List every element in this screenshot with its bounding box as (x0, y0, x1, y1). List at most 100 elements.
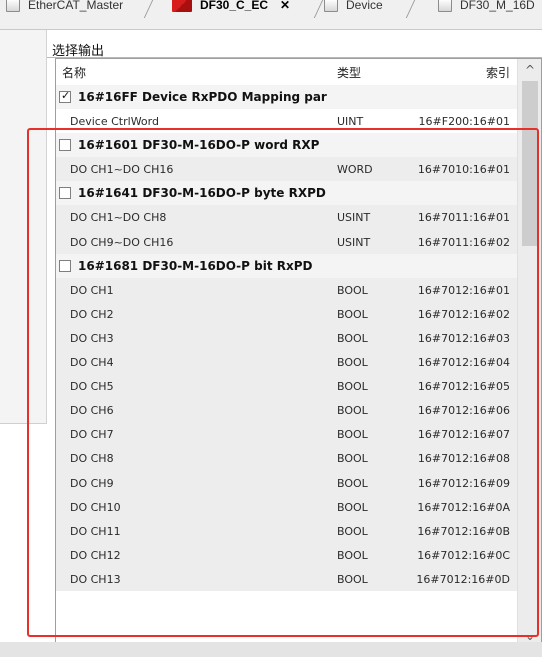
entry-index: 16#7011:16#01 (417, 211, 510, 225)
device-icon (438, 0, 452, 12)
entry-type: BOOL (337, 548, 368, 562)
entry-index: 16#7012:16#0C (417, 548, 510, 562)
pdo-entry-row[interactable]: DO CH4 BOOL 16#7012:16#04 (56, 350, 518, 375)
entry-index: 16#7012:16#08 (417, 452, 510, 466)
pdo-entry-row[interactable]: DO CH5 BOOL 16#7012:16#05 (56, 374, 518, 399)
pdo-group-name: 16#1601 DF30-M-16DO-P word RXP (78, 138, 320, 153)
pdo-entry-row[interactable]: DO CH1~DO CH16 WORD 16#7010:16#01 (56, 157, 518, 182)
bottom-bar (0, 642, 542, 657)
pdo-entry-row[interactable]: DO CH12 BOOL 16#7012:16#0C (56, 542, 518, 567)
column-header-index[interactable]: 索引 (486, 64, 510, 81)
entry-index: 16#7010:16#01 (417, 163, 510, 177)
pdo-entry-row[interactable]: DO CH3 BOOL 16#7012:16#03 (56, 325, 518, 351)
entry-index: 16#7011:16#02 (417, 235, 510, 249)
pdo-group-row[interactable]: 16#16FF Device RxPDO Mapping par (56, 85, 518, 110)
tab-df30-c-ec[interactable]: DF30_C_EC ✕ (172, 0, 290, 16)
pdo-entry-row[interactable]: DO CH9 BOOL 16#7012:16#09 (56, 470, 518, 495)
pdo-group-name: 16#1681 DF30-M-16DO-P bit RxPD (78, 258, 313, 273)
tab-df30-m-16d[interactable]: DF30_M_16D (438, 0, 535, 16)
scroll-thumb[interactable] (522, 81, 538, 246)
red-device-icon (172, 0, 192, 12)
entry-type: BOOL (337, 452, 368, 466)
entry-index: 16#7012:16#0B (417, 524, 510, 538)
entry-name: DO CH13 (70, 572, 121, 586)
entry-type: USINT (337, 211, 371, 225)
pdo-entry-row[interactable]: DO CH1 BOOL 16#7012:16#01 (56, 277, 518, 302)
pdo-group-name: 16#1641 DF30-M-16DO-P byte RXPD (78, 186, 326, 201)
pdo-list[interactable]: 名称 类型 索引 16#16FF Device RxPDO Mapping pa… (55, 58, 542, 648)
entry-type: BOOL (337, 572, 368, 586)
pdo-group-row[interactable]: 16#1641 DF30-M-16DO-P byte RXPD (56, 181, 518, 206)
entry-name: DO CH11 (70, 524, 121, 538)
pdo-entry-row[interactable]: DO CH13 BOOL 16#7012:16#0D (56, 566, 518, 591)
column-header-name[interactable]: 名称 (62, 64, 86, 81)
scroll-up-icon[interactable]: ^ (518, 59, 541, 81)
device-icon (324, 0, 338, 12)
pdo-checkbox[interactable] (59, 259, 71, 272)
entry-name: DO CH1 (70, 283, 114, 297)
entry-type: BOOL (337, 331, 368, 345)
entry-type: BOOL (337, 524, 368, 538)
entry-index: 16#7012:16#04 (417, 356, 510, 370)
list-header: 名称 类型 索引 (56, 59, 518, 81)
entry-name: DO CH8 (70, 452, 114, 466)
entry-name: DO CH4 (70, 356, 114, 370)
left-panel (0, 30, 47, 424)
entry-index: 16#7012:16#07 (417, 428, 510, 442)
entry-name: DO CH3 (70, 331, 114, 345)
entry-name: DO CH9 (70, 476, 114, 490)
pdo-entry-row[interactable]: DO CH1~DO CH8 USINT 16#7011:16#01 (56, 205, 518, 230)
pdo-entry-row[interactable]: DO CH7 BOOL 16#7012:16#07 (56, 422, 518, 447)
select-output-group: 选择输出 名称 类型 索引 16#16FF Device RxPDO Mappi… (47, 36, 542, 648)
tab-label: Device (346, 0, 383, 12)
pdo-entry-row[interactable]: DO CH2 BOOL 16#7012:16#02 (56, 301, 518, 326)
pdo-entry-row[interactable]: Device CtrlWord UINT 16#F200:16#01 (56, 109, 518, 134)
entry-type: BOOL (337, 404, 368, 418)
pdo-group-row[interactable]: 16#1681 DF30-M-16DO-P bit RxPD (56, 253, 518, 278)
entry-index: 16#7012:16#03 (417, 331, 510, 345)
entry-type: BOOL (337, 476, 368, 490)
tab-device[interactable]: Device (324, 0, 383, 16)
entry-name: DO CH9~DO CH16 (70, 235, 174, 249)
entry-name: DO CH5 (70, 380, 114, 394)
editor-tab-strip: EtherCAT_Master DF30_C_EC ✕ Device DF30_… (0, 0, 542, 30)
pdo-checkbox[interactable] (59, 187, 71, 200)
tab-separator (405, 0, 416, 18)
entry-name: DO CH7 (70, 428, 114, 442)
pdo-checkbox[interactable] (59, 139, 71, 152)
entry-type: BOOL (337, 307, 368, 321)
pdo-entry-row[interactable]: DO CH8 BOOL 16#7012:16#08 (56, 446, 518, 471)
entry-name: DO CH1~DO CH8 (70, 211, 167, 225)
list-rows: 16#16FF Device RxPDO Mapping par Device C… (56, 85, 518, 591)
entry-index: 16#7012:16#06 (417, 404, 510, 418)
entry-type: BOOL (337, 356, 368, 370)
entry-type: BOOL (337, 380, 368, 394)
entry-type: UINT (337, 115, 364, 129)
vertical-scrollbar[interactable]: ^ ⌄ (517, 59, 541, 647)
pdo-entry-row[interactable]: DO CH11 BOOL 16#7012:16#0B (56, 518, 518, 543)
pdo-entry-row[interactable]: DO CH6 BOOL 16#7012:16#06 (56, 398, 518, 423)
pdo-checkbox[interactable] (59, 89, 71, 103)
entry-name: Device CtrlWord (70, 115, 159, 129)
entry-type: BOOL (337, 283, 368, 297)
entry-name: DO CH6 (70, 404, 114, 418)
tab-ethercat-master[interactable]: EtherCAT_Master (6, 0, 123, 16)
entry-type: BOOL (337, 500, 368, 514)
close-icon[interactable]: ✕ (280, 0, 290, 12)
entry-index: 16#7012:16#02 (417, 307, 510, 321)
entry-index: 16#7012:16#05 (417, 380, 510, 394)
pdo-group-row[interactable]: 16#1601 DF30-M-16DO-P word RXP (56, 133, 518, 158)
entry-name: DO CH2 (70, 307, 114, 321)
pdo-group-name: 16#16FF Device RxPDO Mapping par (78, 90, 327, 104)
pdo-entry-row[interactable]: DO CH10 BOOL 16#7012:16#0A (56, 494, 518, 519)
entry-index: 16#7012:16#01 (417, 283, 510, 297)
entry-name: DO CH1~DO CH16 (70, 163, 174, 177)
pdo-entry-row[interactable]: DO CH9~DO CH16 USINT 16#7011:16#02 (56, 229, 518, 254)
column-header-type[interactable]: 类型 (337, 64, 361, 81)
device-icon (6, 0, 20, 12)
entry-index: 16#7012:16#0A (417, 500, 510, 514)
entry-index: 16#7012:16#09 (417, 476, 510, 490)
tab-separator (143, 0, 154, 18)
entry-index: 16#F200:16#01 (418, 115, 510, 129)
tab-label: DF30_M_16D (460, 0, 535, 12)
